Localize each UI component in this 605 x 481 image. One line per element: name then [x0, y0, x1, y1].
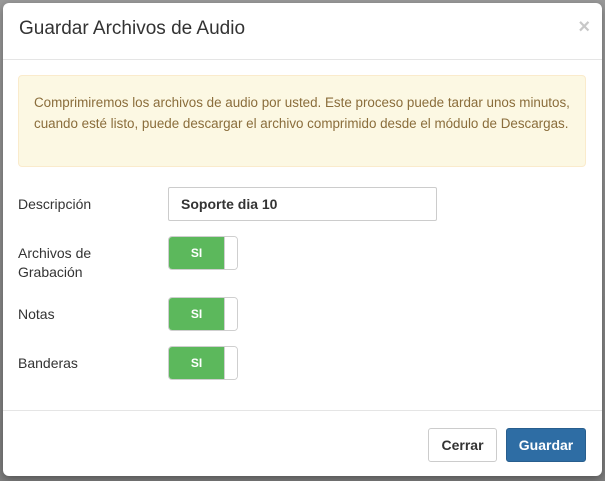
info-alert: Comprimiremos los archivos de audio por …: [18, 75, 586, 167]
recordings-toggle[interactable]: SI: [168, 236, 238, 270]
flags-toggle[interactable]: SI: [168, 346, 238, 380]
close-icon[interactable]: ×: [578, 17, 590, 37]
modal-title: Guardar Archivos de Audio: [19, 18, 246, 39]
close-button[interactable]: Cerrar: [428, 428, 497, 462]
toggle-handle: [224, 298, 237, 330]
flags-toggle-on: SI: [169, 347, 224, 379]
toggle-handle: [224, 347, 237, 379]
notes-label: Notas: [18, 306, 55, 322]
recordings-toggle-on: SI: [169, 237, 224, 269]
description-input[interactable]: [168, 187, 437, 221]
save-audio-dialog: Guardar Archivos de Audio × Comprimiremo…: [3, 3, 602, 476]
notes-toggle[interactable]: SI: [168, 297, 238, 331]
recordings-label-line1: Archivos de: [18, 245, 92, 261]
modal-header: Guardar Archivos de Audio ×: [3, 3, 602, 60]
recordings-label-line2: Grabación: [18, 264, 83, 280]
recordings-label: Archivos de Grabación: [18, 244, 91, 282]
modal-footer: Cerrar Guardar: [3, 410, 602, 476]
save-button[interactable]: Guardar: [506, 428, 586, 462]
description-label: Descripción: [18, 196, 92, 212]
toggle-handle: [224, 237, 237, 269]
notes-toggle-on: SI: [169, 298, 224, 330]
flags-label: Banderas: [18, 355, 78, 371]
alert-message: Comprimiremos los archivos de audio por …: [34, 95, 570, 131]
